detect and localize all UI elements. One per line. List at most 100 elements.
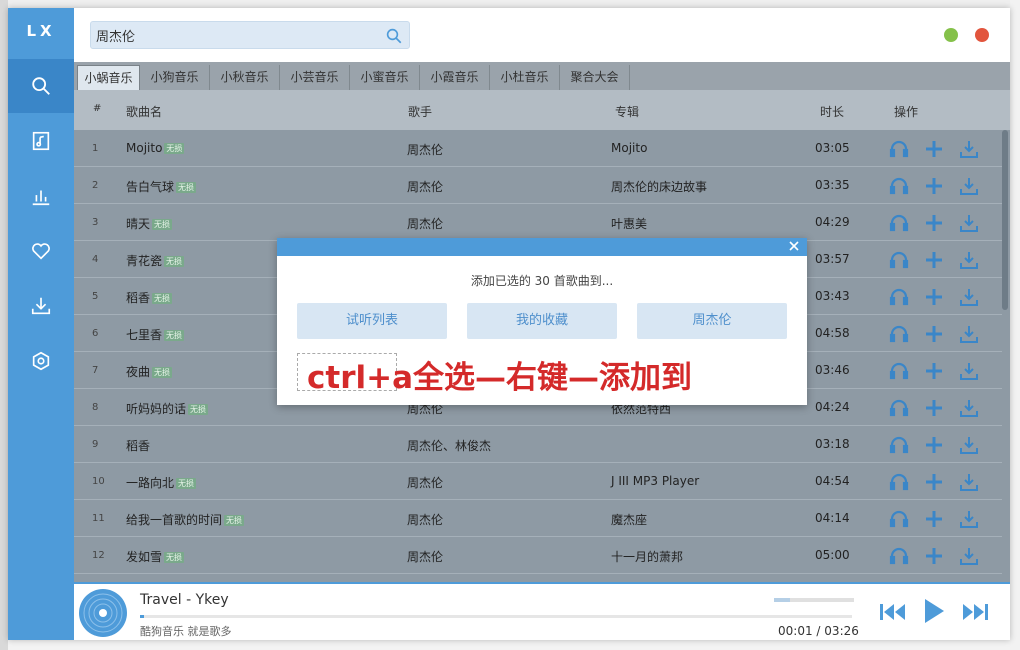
download-icon[interactable] [959,176,979,196]
sidebar-item-charts[interactable] [8,169,74,223]
tab-source-6[interactable]: 小霞音乐 [420,65,490,90]
add-icon[interactable] [924,139,944,159]
listen-icon[interactable] [889,139,909,159]
listen-icon[interactable] [889,546,909,566]
song-duration: 04:54 [815,474,850,488]
table-row[interactable]: 3 晴天 无损 周杰伦 叶惠美 04:29 [74,204,1002,241]
previous-track-icon[interactable] [878,600,908,624]
add-to-trial-list-button[interactable]: 试听列表 [297,303,447,339]
song-album: Mojito [611,141,648,155]
table-row[interactable]: 1 Mojito 无损 周杰伦 Mojito 03:05 [74,130,1002,167]
listen-icon[interactable] [889,324,909,344]
song-name-cell: Mojito 无损 [126,141,185,155]
listen-icon[interactable] [889,509,909,529]
sidebar-item-settings[interactable] [8,334,74,388]
download-icon[interactable] [959,139,979,159]
add-icon[interactable] [924,472,944,492]
minimize-button[interactable] [944,28,958,42]
table-row[interactable]: 12 发如雪 无损 周杰伦 十一月的萧邦 05:00 [74,537,1002,574]
table-row[interactable]: 2 告白气球 无损 周杰伦 周杰伦的床边故事 03:35 [74,167,1002,204]
download-icon[interactable] [959,324,979,344]
song-name-cell: 晴天 无损 [126,215,173,232]
search-icon[interactable] [385,27,403,45]
listen-icon[interactable] [889,435,909,455]
tab-source-4[interactable]: 小芸音乐 [280,65,350,90]
add-icon[interactable] [924,509,944,529]
song-index: 4 [92,254,99,265]
song-duration: 04:58 [815,326,850,340]
total-time: 03:26 [824,624,859,638]
dialog-message: 添加已选的 30 首歌曲到... [470,274,614,288]
song-name: 稻香 [126,291,151,305]
tab-source-1[interactable]: 小蜗音乐 [77,65,140,90]
header-artist: 歌手 [408,105,433,119]
download-icon[interactable] [959,435,979,455]
sidebar-item-download[interactable] [8,279,74,333]
listen-icon[interactable] [889,176,909,196]
tab-source-2[interactable]: 小狗音乐 [140,65,210,90]
listen-icon[interactable] [889,287,909,307]
progress-bar[interactable] [140,615,852,618]
download-icon[interactable] [959,287,979,307]
lossless-badge: 无损 [164,256,185,267]
song-artist: 周杰伦 [407,217,444,231]
album-disc-icon[interactable] [78,588,128,638]
download-icon[interactable] [959,398,979,418]
table-row[interactable]: 11 给我一首歌的时间 无损 周杰伦 魔杰座 04:14 [74,500,1002,537]
table-row[interactable]: 10 一路向北 无损 周杰伦 J III MP3 Player 04:54 [74,463,1002,500]
add-icon[interactable] [924,176,944,196]
background-window-edge [0,0,8,650]
add-icon[interactable] [924,361,944,381]
listen-icon[interactable] [889,472,909,492]
next-track-icon[interactable] [960,600,990,624]
search-input[interactable] [91,22,381,48]
song-name-cell: 发如雪 无损 [126,548,185,565]
table-row[interactable]: 9 稻香 周杰伦、林俊杰 03:18 [74,426,1002,463]
tab-source-5[interactable]: 小蜜音乐 [350,65,420,90]
song-album: 十一月的萧邦 [611,550,684,564]
song-duration: 05:00 [815,548,850,562]
tab-source-8[interactable]: 聚合大会 [560,65,630,90]
song-artist: 周杰伦、林俊杰 [407,439,492,453]
header-ops: 操作 [894,105,919,119]
row-actions [884,472,984,492]
add-icon[interactable] [924,398,944,418]
download-icon[interactable] [959,361,979,381]
add-to-favorites-button[interactable]: 我的收藏 [467,303,617,339]
volume-slider[interactable] [774,598,854,602]
download-icon[interactable] [959,546,979,566]
sidebar-item-search[interactable] [8,59,74,113]
add-icon[interactable] [924,546,944,566]
tab-source-3[interactable]: 小秋音乐 [210,65,280,90]
download-icon[interactable] [959,250,979,270]
add-icon[interactable] [924,287,944,307]
table-scrollbar[interactable] [1002,130,1008,310]
music-app-window: LX 小蜗音乐 小狗音乐 小秋音乐 小芸音乐 小蜜音乐 小霞音乐 [8,8,1010,640]
song-album: 叶惠美 [611,217,648,231]
listen-icon[interactable] [889,250,909,270]
add-to-jay-chou-list-button[interactable]: 周杰伦 [637,303,787,339]
download-icon[interactable] [959,509,979,529]
add-icon[interactable] [924,324,944,344]
add-icon[interactable] [924,250,944,270]
tab-source-7[interactable]: 小杜音乐 [490,65,560,90]
track-title: Travel - Ykey [140,592,229,608]
add-icon[interactable] [924,213,944,233]
current-time: 00:01 [778,624,813,638]
close-button[interactable] [975,28,989,42]
listen-icon[interactable] [889,398,909,418]
listen-icon[interactable] [889,213,909,233]
settings-icon [32,351,50,371]
song-index: 8 [92,402,99,413]
download-icon[interactable] [959,472,979,492]
dialog-close-icon[interactable] [787,239,801,253]
chart-icon [32,190,50,206]
play-icon[interactable] [922,597,946,625]
lossless-badge: 无损 [164,330,185,341]
sidebar-item-favorites[interactable] [8,224,74,278]
download-icon[interactable] [959,213,979,233]
add-icon[interactable] [924,435,944,455]
listen-icon[interactable] [889,361,909,381]
song-name: 晴天 [126,217,151,231]
sidebar-item-playlist[interactable] [8,114,74,168]
